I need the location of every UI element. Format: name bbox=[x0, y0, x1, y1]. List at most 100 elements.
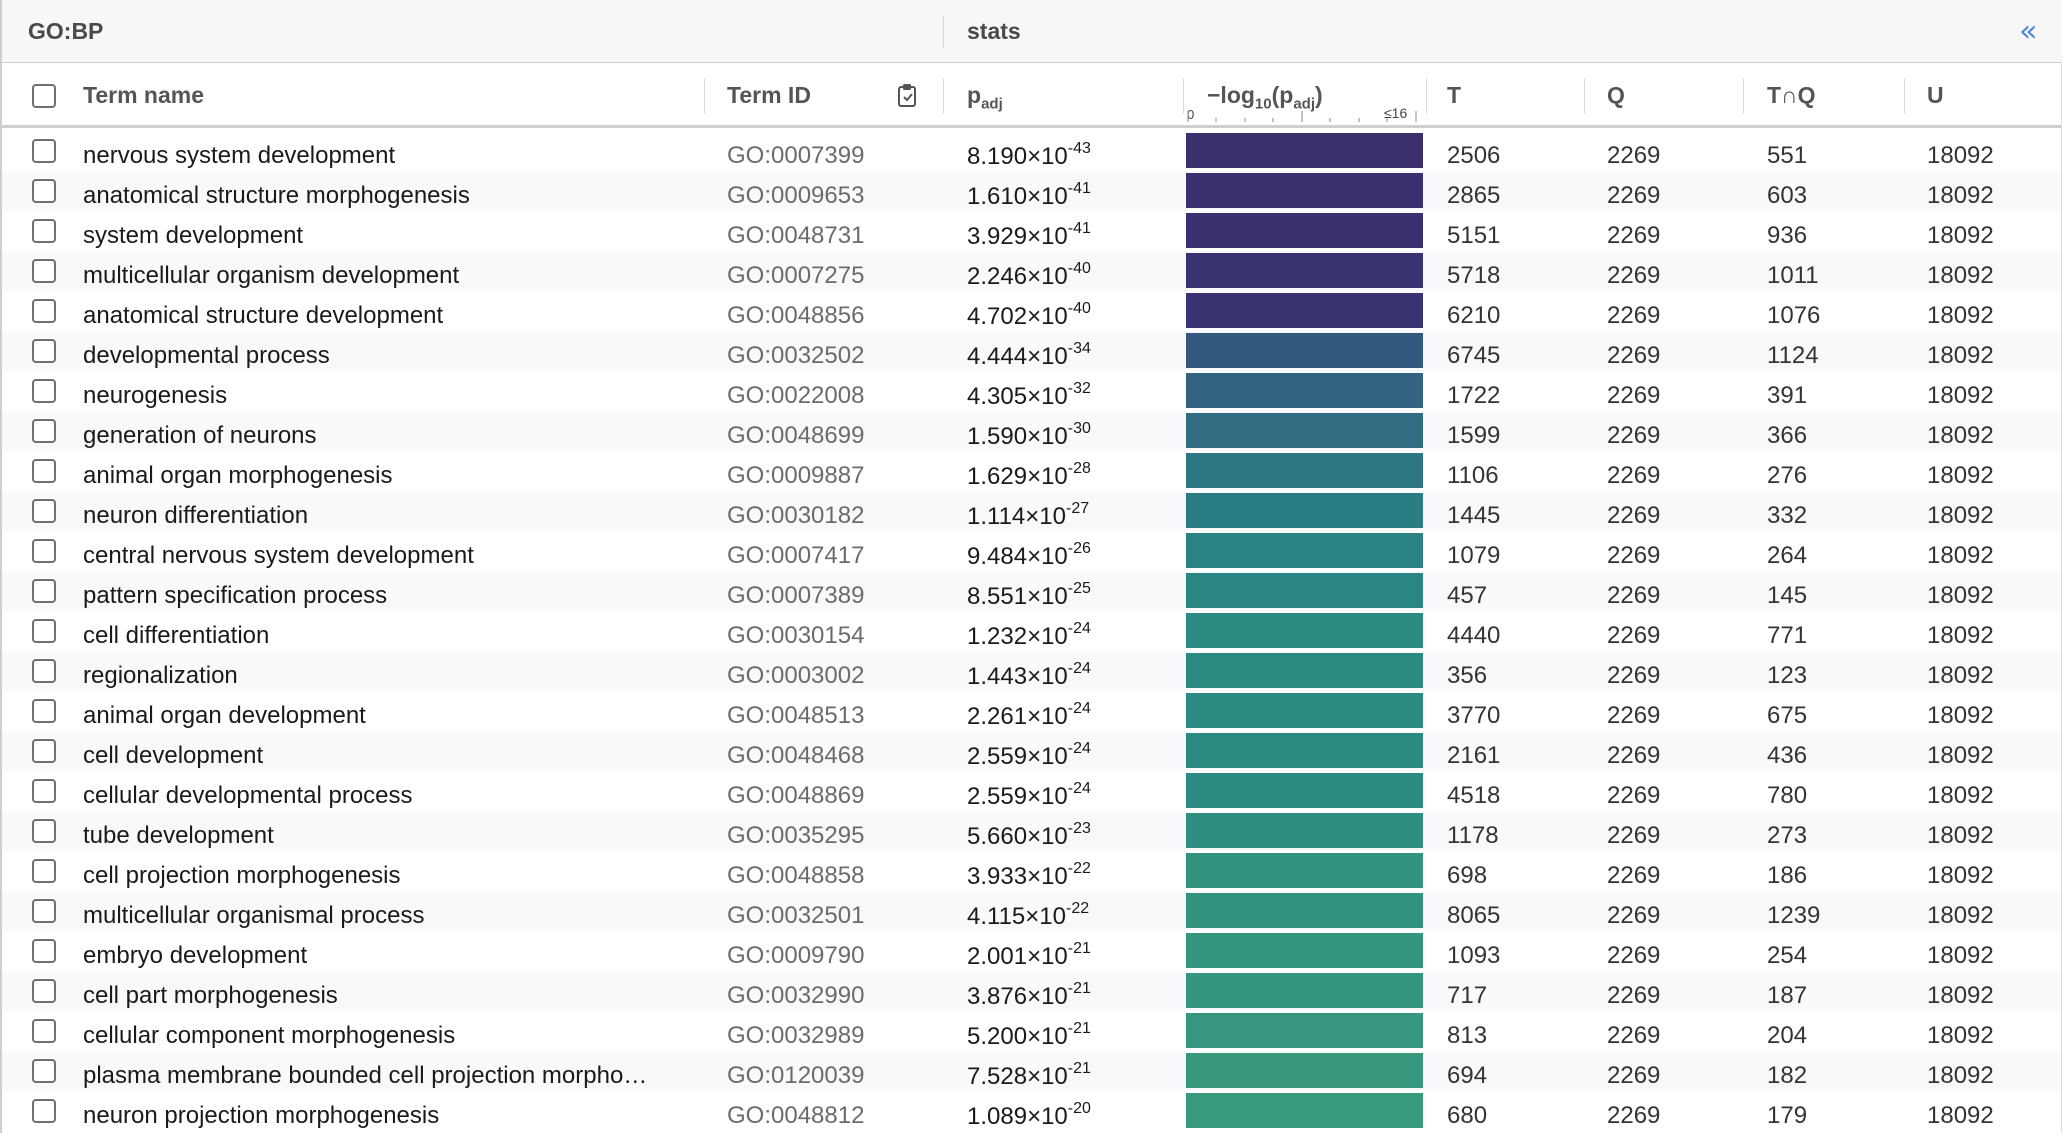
table-row[interactable]: pattern specification process GO:0007389 8… bbox=[2, 571, 2062, 611]
term-name[interactable]: central nervous system development bbox=[83, 542, 474, 570]
table-row[interactable]: cell part morphogenesis GO:0032990 3.876×1… bbox=[2, 971, 2062, 1011]
column-divider[interactable] bbox=[704, 78, 705, 114]
term-id[interactable]: GO:0007399 bbox=[727, 142, 864, 170]
term-id[interactable]: GO:0009887 bbox=[727, 462, 864, 490]
significance-bar[interactable] bbox=[1186, 173, 1423, 208]
table-row[interactable]: cell differentiation GO:0030154 1.232×10-2… bbox=[2, 611, 2062, 651]
term-id[interactable]: GO:0022008 bbox=[727, 382, 864, 410]
column-T[interactable]: T bbox=[1447, 82, 1461, 109]
column-term-name[interactable]: Term name bbox=[83, 82, 204, 109]
row-checkbox[interactable] bbox=[32, 779, 56, 803]
significance-bar[interactable] bbox=[1186, 613, 1423, 648]
row-checkbox[interactable] bbox=[32, 819, 56, 843]
significance-bar[interactable] bbox=[1186, 733, 1423, 768]
table-row[interactable]: animal organ morphogenesis GO:0009887 1.62… bbox=[2, 451, 2062, 491]
table-row[interactable]: nervous system development GO:0007399 8.19… bbox=[2, 131, 2062, 171]
term-id[interactable]: GO:0048856 bbox=[727, 302, 864, 330]
term-name[interactable]: cell part morphogenesis bbox=[83, 982, 338, 1010]
table-row[interactable]: embryo development GO:0009790 2.001×10-21 1… bbox=[2, 931, 2062, 971]
row-checkbox[interactable] bbox=[32, 699, 56, 723]
row-checkbox[interactable] bbox=[32, 339, 56, 363]
term-name[interactable]: anatomical structure development bbox=[83, 302, 443, 330]
column-divider[interactable] bbox=[1904, 78, 1905, 114]
row-checkbox[interactable] bbox=[32, 1099, 56, 1123]
significance-bar[interactable] bbox=[1186, 413, 1423, 448]
row-checkbox[interactable] bbox=[32, 539, 56, 563]
table-row[interactable]: anatomical structure development GO:00488… bbox=[2, 291, 2062, 331]
term-id[interactable]: GO:0007389 bbox=[727, 582, 864, 610]
term-name[interactable]: neuron projection morphogenesis bbox=[83, 1102, 439, 1130]
row-checkbox[interactable] bbox=[32, 899, 56, 923]
significance-bar[interactable] bbox=[1186, 1013, 1423, 1048]
term-id[interactable]: GO:0030154 bbox=[727, 622, 864, 650]
term-name[interactable]: neurogenesis bbox=[83, 382, 227, 410]
term-id[interactable]: GO:0035295 bbox=[727, 822, 864, 850]
table-row[interactable]: tube development GO:0035295 5.660×10-23 117… bbox=[2, 811, 2062, 851]
table-row[interactable]: plasma membrane bounded cell projection … bbox=[2, 1051, 2062, 1091]
term-name[interactable]: embryo development bbox=[83, 942, 307, 970]
term-name[interactable]: animal organ morphogenesis bbox=[83, 462, 393, 490]
row-checkbox[interactable] bbox=[32, 1019, 56, 1043]
term-id[interactable]: GO:0048513 bbox=[727, 702, 864, 730]
significance-bar[interactable] bbox=[1186, 213, 1423, 248]
term-name[interactable]: nervous system development bbox=[83, 142, 395, 170]
table-row[interactable]: cellular developmental process GO:0048869… bbox=[2, 771, 2062, 811]
term-id[interactable]: GO:0009653 bbox=[727, 182, 864, 210]
row-checkbox[interactable] bbox=[32, 219, 56, 243]
row-checkbox[interactable] bbox=[32, 619, 56, 643]
log-padj-axis-header[interactable]: −log10(padj) 0 ≤16 bbox=[1187, 71, 1417, 127]
term-id[interactable]: GO:0007417 bbox=[727, 542, 864, 570]
significance-bar[interactable] bbox=[1186, 933, 1423, 968]
column-TQ[interactable]: T∩Q bbox=[1767, 82, 1816, 109]
significance-bar[interactable] bbox=[1186, 533, 1423, 568]
term-id[interactable]: GO:0048858 bbox=[727, 862, 864, 890]
table-row[interactable]: cell development GO:0048468 2.559×10-24 216… bbox=[2, 731, 2062, 771]
table-row[interactable]: anatomical structure morphogenesis GO:000… bbox=[2, 171, 2062, 211]
row-checkbox[interactable] bbox=[32, 859, 56, 883]
row-checkbox[interactable] bbox=[32, 459, 56, 483]
term-name[interactable]: system development bbox=[83, 222, 303, 250]
row-checkbox[interactable] bbox=[32, 979, 56, 1003]
term-name[interactable]: generation of neurons bbox=[83, 422, 317, 450]
significance-bar[interactable] bbox=[1186, 493, 1423, 528]
significance-bar[interactable] bbox=[1186, 333, 1423, 368]
row-checkbox[interactable] bbox=[32, 139, 56, 163]
row-checkbox[interactable] bbox=[32, 939, 56, 963]
table-row[interactable]: neuron projection morphogenesis GO:004881… bbox=[2, 1091, 2062, 1131]
table-row[interactable]: cell projection morphogenesis GO:0048858 3… bbox=[2, 851, 2062, 891]
significance-bar[interactable] bbox=[1186, 133, 1423, 168]
table-row[interactable]: central nervous system development GO:000… bbox=[2, 531, 2062, 571]
term-id[interactable]: GO:0048731 bbox=[727, 222, 864, 250]
term-name[interactable]: neuron differentiation bbox=[83, 502, 308, 530]
table-row[interactable]: multicellular organism development GO:000… bbox=[2, 251, 2062, 291]
term-id[interactable]: GO:0120039 bbox=[727, 1062, 864, 1090]
term-name[interactable]: cellular developmental process bbox=[83, 782, 413, 810]
term-name[interactable]: plasma membrane bounded cell projection … bbox=[83, 1062, 647, 1090]
term-name[interactable]: animal organ development bbox=[83, 702, 366, 730]
column-divider[interactable] bbox=[1584, 78, 1585, 114]
term-name[interactable]: multicellular organismal process bbox=[83, 902, 424, 930]
table-row[interactable]: developmental process GO:0032502 4.444×10-… bbox=[2, 331, 2062, 371]
term-name[interactable]: cell projection morphogenesis bbox=[83, 862, 401, 890]
term-name[interactable]: cell differentiation bbox=[83, 622, 269, 650]
term-name[interactable]: developmental process bbox=[83, 342, 330, 370]
term-id[interactable]: GO:0048869 bbox=[727, 782, 864, 810]
table-row[interactable]: animal organ development GO:0048513 2.261×… bbox=[2, 691, 2062, 731]
term-id[interactable]: GO:0030182 bbox=[727, 502, 864, 530]
clipboard-icon[interactable] bbox=[895, 82, 919, 108]
term-name[interactable]: cell development bbox=[83, 742, 263, 770]
column-divider[interactable] bbox=[1743, 78, 1744, 114]
term-id[interactable]: GO:0048812 bbox=[727, 1102, 864, 1130]
significance-bar[interactable] bbox=[1186, 773, 1423, 808]
row-checkbox[interactable] bbox=[32, 259, 56, 283]
table-row[interactable]: regionalization GO:0003002 1.443×10-24 356 2… bbox=[2, 651, 2062, 691]
column-padj[interactable]: padj bbox=[967, 82, 1003, 113]
term-id[interactable]: GO:0032989 bbox=[727, 1022, 864, 1050]
column-divider[interactable] bbox=[943, 78, 944, 114]
term-id[interactable]: GO:0032990 bbox=[727, 982, 864, 1010]
term-id[interactable]: GO:0032502 bbox=[727, 342, 864, 370]
significance-bar[interactable] bbox=[1186, 1053, 1423, 1088]
row-checkbox[interactable] bbox=[32, 659, 56, 683]
table-row[interactable]: generation of neurons GO:0048699 1.590×10-… bbox=[2, 411, 2062, 451]
term-name[interactable]: regionalization bbox=[83, 662, 238, 690]
